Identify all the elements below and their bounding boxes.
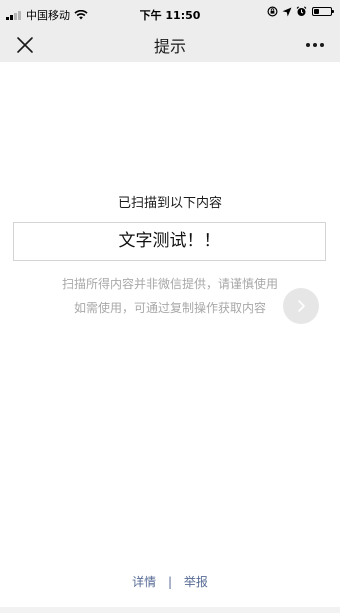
more-icon xyxy=(306,43,324,47)
status-bar: 中国移动 下午 11:50 xyxy=(0,0,340,26)
more-button[interactable] xyxy=(304,35,326,55)
scan-result-heading: 已扫描到以下内容 xyxy=(117,196,222,211)
alarm-icon xyxy=(296,6,307,16)
notice-line-1: 扫描所得内容并非微信提供，请谨慎使用 xyxy=(61,277,278,291)
report-link[interactable]: 举报 xyxy=(184,573,208,590)
notice-text: 扫描所得内容并非微信提供，请谨慎使用 如需使用，可通过复制操作获取内容 xyxy=(40,272,300,320)
notice-line-2: 如需使用，可通过复制操作获取内容 xyxy=(73,301,266,315)
battery-level xyxy=(314,9,319,14)
bottom-strip xyxy=(0,607,340,613)
chevron-right-icon xyxy=(298,300,305,312)
footer-separator: | xyxy=(167,575,173,589)
rotation-lock-icon xyxy=(267,6,278,17)
page-title: 提示 xyxy=(153,37,186,56)
nav-bar: 提示 xyxy=(0,26,340,62)
scanned-text-box[interactable]: 文字测试！！ xyxy=(13,222,326,261)
next-button[interactable] xyxy=(283,288,319,324)
location-arrow-icon xyxy=(282,7,292,16)
screen: 中国移动 下午 11:50 提示 已扫描到以下内容 文字测试！！ 扫描所得内容并… xyxy=(0,0,340,613)
battery-icon xyxy=(312,7,334,16)
footer-links: 详情 | 举报 xyxy=(0,573,340,590)
status-right xyxy=(263,6,334,17)
details-link[interactable]: 详情 xyxy=(132,573,156,590)
